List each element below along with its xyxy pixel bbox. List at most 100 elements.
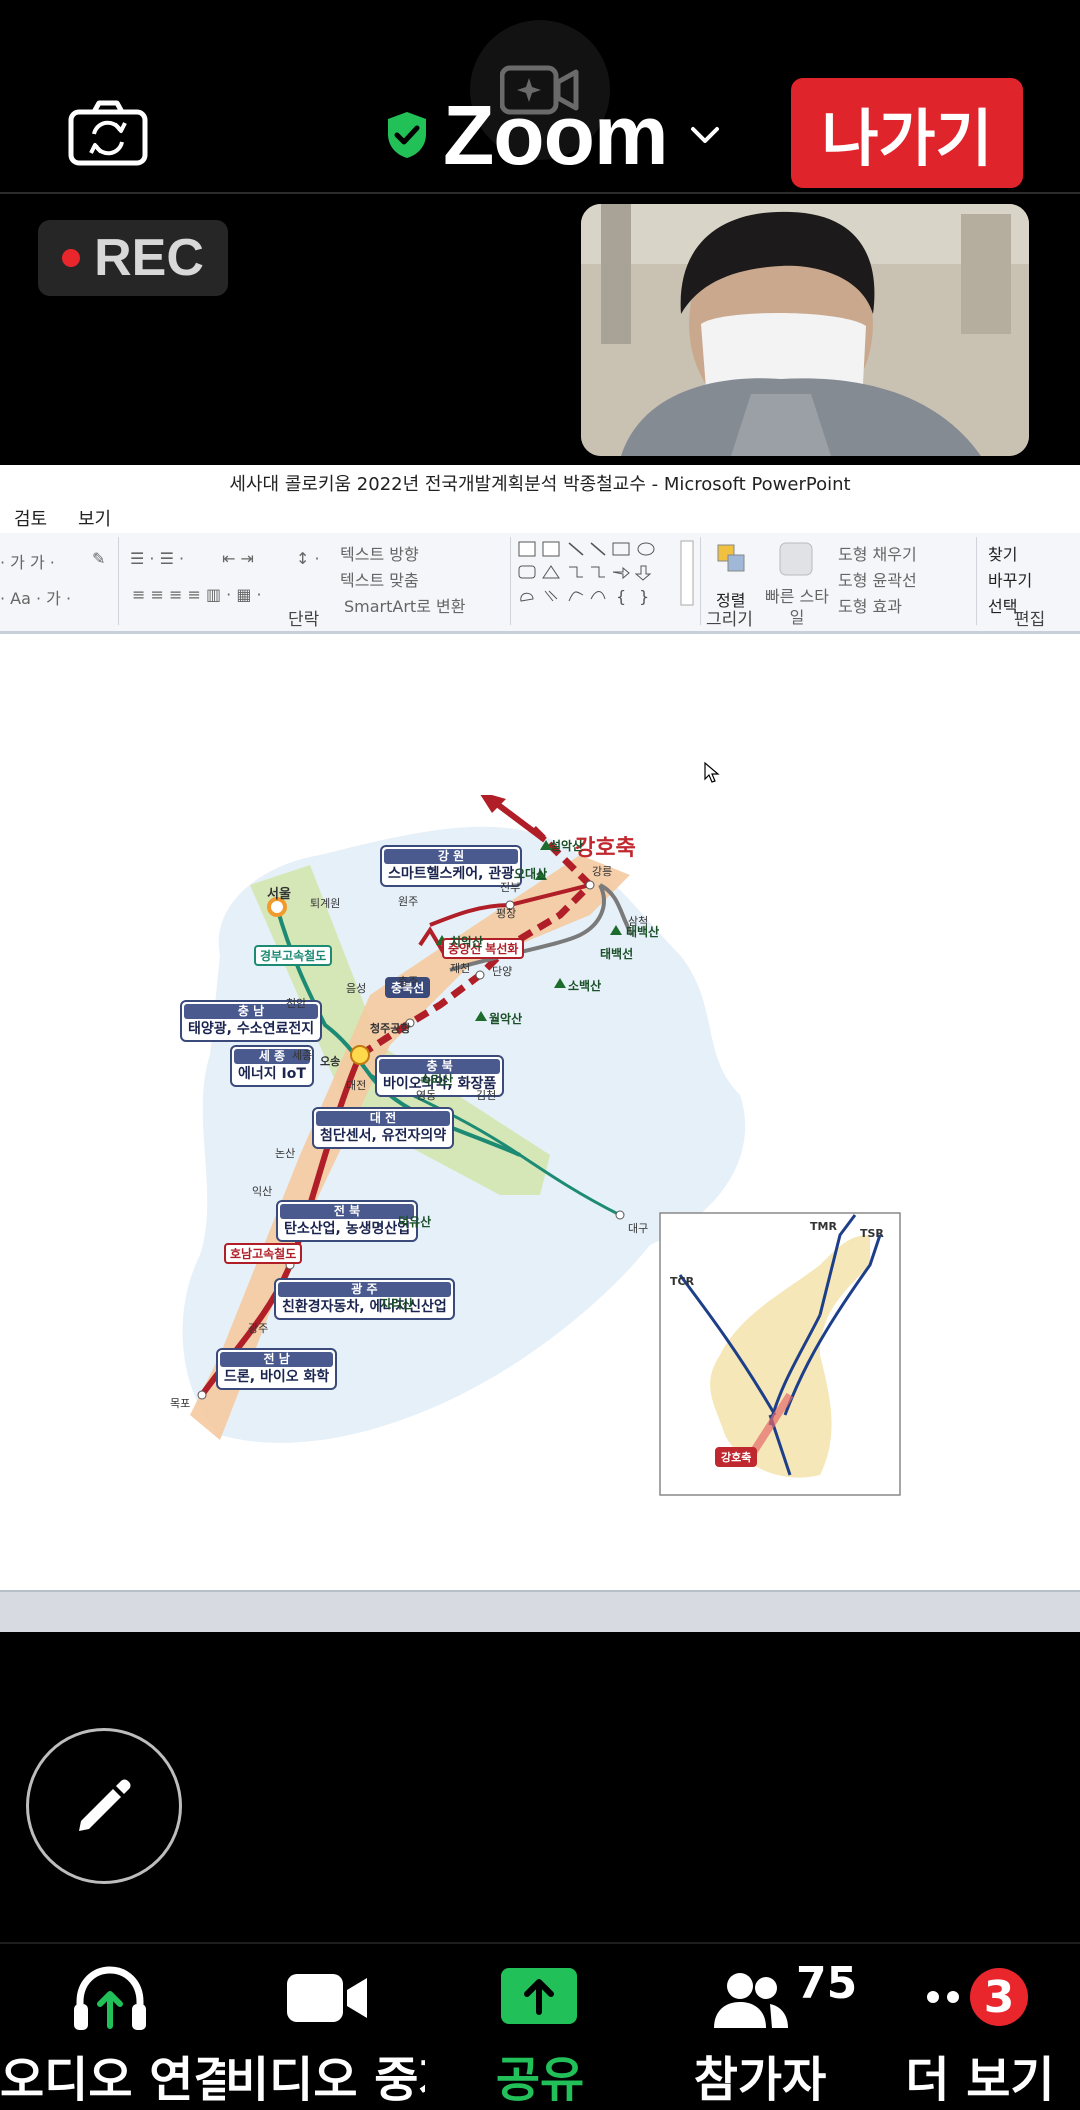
mountain-chiak: 치악산: [450, 935, 484, 949]
tab-view[interactable]: 보기: [78, 505, 111, 531]
mouse-cursor-icon: [704, 762, 720, 783]
place-gwangju: 광주: [248, 1322, 269, 1335]
recording-badge: REC: [38, 220, 228, 296]
more-button[interactable]: 3 더 보기: [880, 1964, 1080, 2108]
annotate-button[interactable]: [26, 1728, 182, 1884]
participants-icon: [714, 1973, 788, 2028]
svg-text:}: }: [639, 587, 649, 606]
shape-effects[interactable]: 도형 효과: [838, 593, 902, 617]
share-button[interactable]: 공유: [445, 1964, 635, 2108]
smartart-convert[interactable]: SmartArt로 변환: [344, 593, 465, 617]
quick-styles-icon[interactable]: [778, 541, 814, 577]
place-wonju: 원주: [398, 895, 419, 908]
region-body: 스마트헬스케어, 관광: [388, 866, 515, 882]
place-nonsan: 논산: [275, 1147, 296, 1160]
region-body: 에너지 IoT: [238, 1066, 306, 1082]
mountain-worak: 월악산: [489, 1012, 523, 1026]
region-head: 전 북: [280, 1204, 415, 1219]
ribbon: · 가 가 · · Aa · 가 · ✎ ☰ · ☰ · ⇤ ⇥ ↕ · ≡ ≡…: [0, 533, 1080, 634]
indent-icon[interactable]: ⇤ ⇥: [222, 549, 254, 568]
place-gimcheon: 김천: [476, 1089, 497, 1102]
shape-outline[interactable]: 도형 윤곽선: [838, 567, 917, 591]
shield-check-icon: [388, 112, 426, 158]
region-head: 전 남: [220, 1352, 334, 1367]
line-spacing-icon[interactable]: ↕ ·: [296, 549, 320, 568]
record-dot-icon: [62, 249, 81, 267]
shapes-gallery-icon[interactable]: { }: [516, 539, 706, 607]
share-arrow-icon: [501, 1968, 577, 2024]
region-head: 강 원: [384, 849, 519, 864]
place-chungju: 충주: [398, 975, 419, 988]
place-seoul: 서울: [267, 887, 291, 902]
participants-button[interactable]: 75 참가자: [660, 1958, 860, 2108]
inset-ganghochuk-tag: 강호축: [715, 1447, 758, 1467]
ribbon-tabs: 검토 보기: [0, 501, 1080, 533]
leave-button[interactable]: 나가기: [791, 78, 1023, 188]
region-head: 대 전: [316, 1111, 451, 1126]
inset-tcr: TCR: [670, 1275, 695, 1288]
region-jeonnam: 전 남 드론, 바이오 화학: [216, 1348, 338, 1390]
place-sejong: 세종: [292, 1049, 313, 1062]
headphones-icon: [74, 1966, 146, 2030]
app-title: Zoom: [443, 88, 669, 182]
shape-fill[interactable]: 도형 채우기: [838, 541, 917, 565]
place-cheongju-airport: 청주공항: [370, 1022, 411, 1035]
bullets-icon[interactable]: ☰ · ☰ ·: [130, 549, 184, 568]
chevron-down-icon: [690, 127, 719, 143]
place-mokpo: 목포: [170, 1397, 191, 1410]
tab-review[interactable]: 검토: [14, 505, 47, 531]
find-button[interactable]: 찾기: [988, 541, 1017, 565]
quick-styles-label[interactable]: 빠른 스타일: [764, 587, 830, 629]
ganghochuk-title: 강호축: [575, 836, 636, 861]
participants-label: 참가자: [693, 2052, 827, 2108]
clear-format-icon[interactable]: ✎: [92, 549, 105, 568]
font-size-fragment: · 가 가 ·: [0, 553, 55, 572]
mountain-deogyu: 덕유산: [398, 1215, 432, 1229]
font-case-fragment: · Aa · 가 ·: [0, 589, 72, 608]
participants-count: 75: [796, 1958, 858, 2009]
region-body: 탄소산업, 농생명산업: [284, 1221, 411, 1237]
more-dots-icon: [927, 1991, 959, 2003]
mountain-taebaek: 태백산: [626, 925, 660, 939]
video-label: 비디오 중지: [225, 2052, 425, 2108]
inset-tmr: TMR: [810, 1220, 837, 1233]
switch-camera-icon[interactable]: [68, 100, 148, 166]
honam-line-tag: 호남고속철도: [224, 1243, 303, 1264]
video-camera-icon: [287, 1974, 367, 2022]
region-body: 태양광, 수소연료전지: [188, 1021, 315, 1037]
video-button[interactable]: 비디오 중지: [225, 1964, 425, 2108]
gyeongbu-line-tag: 경부고속철도: [254, 945, 333, 966]
text-direction[interactable]: 텍스트 방향: [340, 541, 419, 565]
inset-tsr: TSR: [860, 1227, 884, 1240]
mountain-songni: 속리산: [420, 1073, 454, 1087]
divider: [0, 192, 1080, 194]
participant-video[interactable]: [581, 204, 1029, 456]
paragraph-group-label: 단락: [288, 610, 320, 630]
bottom-toolbar: 오디오 연결 비디오 중지 공유 75 참가자 3 더 보기: [0, 1942, 1080, 2108]
window-title: 세사대 콜로키움 2022년 전국개발계획분석 박종철교수 - Microsof…: [0, 465, 1080, 501]
pencil-icon: [79, 1779, 131, 1831]
replace-button[interactable]: 바꾸기: [988, 567, 1032, 591]
mountain-seorak: 설악산: [550, 839, 584, 853]
audio-button[interactable]: 오디오 연결: [0, 1964, 225, 2108]
taebaek-line-label: 태백선: [600, 947, 634, 961]
place-osong: 오송: [320, 1055, 341, 1068]
korea-map: 강호축 강 원 스마트헬스케어, 관광 충 남 태양광, 수소연료전지 세 종 …: [170, 762, 910, 1515]
place-cheonan: 천안: [286, 997, 307, 1010]
place-yeongdong: 영동: [416, 1089, 437, 1102]
arrange-icon[interactable]: [714, 541, 754, 577]
text-align[interactable]: 텍스트 맞춤: [340, 567, 419, 591]
region-gwangju: 광 주 친환경자동차, 에너지신산업: [274, 1278, 455, 1320]
place-iksan: 익산: [252, 1185, 273, 1198]
align-icons[interactable]: ≡ ≡ ≡ ≡ ▥ · ▦ ·: [132, 585, 262, 604]
place-daegu: 대구: [628, 1222, 649, 1235]
editing-group-label: 편집: [1014, 610, 1046, 630]
place-toegyewon: 퇴계원: [310, 897, 341, 910]
place-danyang: 단양: [492, 965, 513, 978]
share-label: 공유: [495, 2052, 585, 2108]
region-body: 첨단센서, 유전자의약: [320, 1128, 447, 1144]
more-badge: 3: [970, 1968, 1028, 2026]
place-jecheon: 제천: [450, 962, 471, 975]
meeting-title[interactable]: Zoom: [385, 88, 720, 182]
shared-screen: 세사대 콜로키움 2022년 전국개발계획분석 박종철교수 - Microsof…: [0, 465, 1080, 1632]
